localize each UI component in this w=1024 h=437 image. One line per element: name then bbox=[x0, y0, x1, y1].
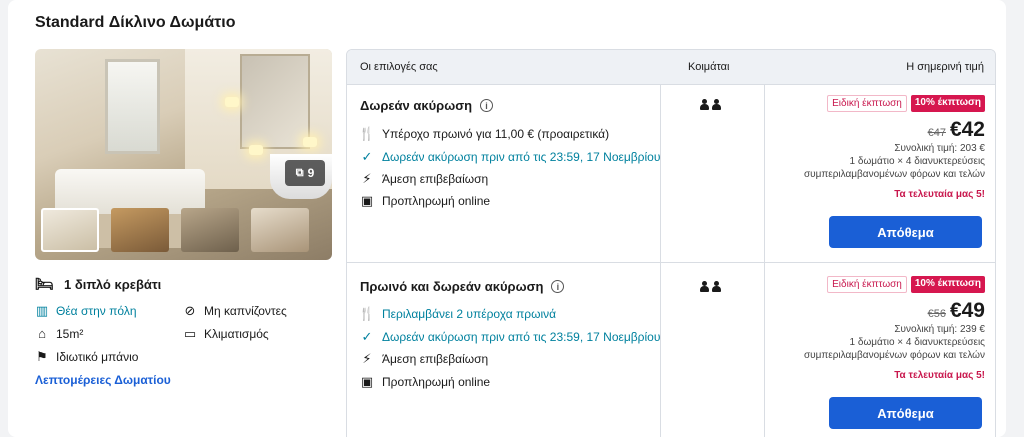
photo-mirror bbox=[240, 54, 310, 149]
thumbnail[interactable] bbox=[111, 208, 169, 252]
amenity-air-conditioning: ▭ Κλιματισμός bbox=[183, 326, 269, 342]
room-card: Standard Δίκλινο Δωμάτιο ⧉ 9 🛏 1 διπλό κ… bbox=[8, 0, 1006, 437]
city-view-icon: ▥ bbox=[35, 303, 49, 318]
utensils-icon: 🍴 bbox=[358, 126, 376, 141]
old-price: €47 bbox=[927, 127, 946, 139]
table-header: Οι επιλογές σας Κοιμάται Η σημερινή τιμή bbox=[347, 50, 995, 85]
person-icon bbox=[712, 281, 721, 292]
rate-feature: ⚡ Άμεση επιβεβαίωση bbox=[360, 351, 488, 367]
urgency-label: Τα τελευταία μας 5! bbox=[894, 370, 985, 381]
wallet-icon: ▣ bbox=[360, 374, 374, 389]
check-circle-icon: ✓ bbox=[361, 329, 373, 344]
feature-text: Περιλαμβάνει 2 υπέροχα πρωινά bbox=[382, 307, 557, 321]
wallet-icon: ▣ bbox=[360, 193, 374, 208]
rate-feature: 🍴 Υπέροχο πρωινό για 11,00 € (προαιρετικ… bbox=[358, 126, 610, 142]
lightning-icon: ⚡ bbox=[362, 351, 372, 366]
taxes-note: συμπεριλαμβανομένων φόρων και τελών bbox=[803, 169, 985, 180]
rate-feature: 🍴 Περιλαμβάνει 2 υπέροχα πρωινά bbox=[358, 306, 557, 322]
current-price: €49 bbox=[949, 299, 985, 322]
photo-window bbox=[105, 59, 160, 154]
column-divider bbox=[660, 85, 661, 437]
total-price: Συνολική τιμή: 239 € bbox=[894, 324, 985, 335]
rate-title: Πρωινό και δωρεάν ακύρωση i bbox=[360, 279, 565, 294]
discount-badge: 10% έκπτωση bbox=[910, 95, 985, 112]
feature-text: Δωρεάν ακύρωση πριν από τις 23:59, 17 Νο… bbox=[382, 150, 661, 164]
feature-text: Άμεση επιβεβαίωση bbox=[382, 352, 489, 366]
amenity-label: Ιδιωτικό μπάνιο bbox=[56, 350, 139, 364]
rate-title-text: Πρωινό και δωρεάν ακύρωση bbox=[360, 279, 544, 294]
thumbnail[interactable] bbox=[181, 208, 239, 252]
amenity-label: Μη καπνίζοντες bbox=[204, 304, 287, 318]
person-icon bbox=[700, 281, 709, 292]
photo-lamp bbox=[225, 97, 239, 107]
photos-icon: ⧉ bbox=[295, 166, 304, 179]
feature-text: Προπληρωμή online bbox=[382, 375, 491, 389]
urgency-label: Τα τελευταία μας 5! bbox=[894, 189, 985, 200]
bed-info: 🛏 1 διπλό κρεβάτι bbox=[35, 275, 161, 293]
amenity-city-view: ▥ Θέα στην πόλη bbox=[35, 303, 137, 319]
total-price: Συνολική τιμή: 203 € bbox=[894, 143, 985, 154]
feature-text: Προπληρωμή online bbox=[382, 194, 491, 208]
amenity-no-smoking: ⊘ Μη καπνίζοντες bbox=[183, 303, 287, 319]
header-options: Οι επιλογές σας bbox=[360, 61, 438, 73]
taxes-note: συμπεριλαμβανομένων φόρων και τελών bbox=[803, 350, 985, 361]
amenity-label: Κλιματισμός bbox=[204, 327, 269, 341]
row-divider bbox=[347, 262, 995, 263]
header-sleeps: Κοιμάται bbox=[688, 61, 730, 73]
header-price: Η σημερινή τιμή bbox=[906, 61, 984, 73]
info-icon[interactable]: i bbox=[480, 99, 494, 112]
amenity-label: 15m² bbox=[56, 326, 84, 341]
room-details-link[interactable]: Λεπτομέρειες Δωματίου bbox=[35, 373, 171, 387]
rate-feature: ✓ Δωρεάν ακύρωση πριν από τις 23:59, 17 … bbox=[360, 149, 661, 165]
column-divider bbox=[764, 85, 765, 437]
photo-lamp bbox=[303, 137, 317, 147]
amenity-private-bathroom: ⚑ Ιδιωτικό μπάνιο bbox=[35, 349, 138, 365]
info-icon[interactable]: i bbox=[551, 280, 565, 293]
sale-badge: Ειδική έκπτωση bbox=[827, 95, 907, 112]
book-button[interactable]: Απόθεμα bbox=[829, 397, 982, 429]
price-block: Ειδική έκπτωση 10% έκπτωση €56 €49 Συνολ… bbox=[767, 276, 985, 381]
room-title: Standard Δίκλινο Δωμάτιο bbox=[35, 14, 236, 31]
feature-text: Άμεση επιβεβαίωση bbox=[382, 172, 489, 186]
person-icon bbox=[712, 99, 721, 110]
shower-icon: ⚑ bbox=[36, 349, 48, 364]
sale-badge: Ειδική έκπτωση bbox=[827, 276, 907, 293]
air-conditioning-icon: ▭ bbox=[183, 326, 197, 341]
rate-title-text: Δωρεάν ακύρωση bbox=[360, 98, 473, 113]
stay-summary: 1 δωμάτιο × 4 διανυκτερεύσεις bbox=[849, 156, 985, 167]
photo-count: 9 bbox=[307, 166, 315, 180]
person-icon bbox=[700, 99, 709, 110]
rate-feature: ⚡ Άμεση επιβεβαίωση bbox=[360, 171, 488, 187]
rate-feature: ✓ Δωρεάν ακύρωση πριν από τις 23:59, 17 … bbox=[360, 329, 661, 345]
rate-feature: ▣ Προπληρωμή online bbox=[360, 193, 490, 209]
sleeps-two bbox=[700, 281, 721, 292]
no-smoking-icon: ⊘ bbox=[184, 303, 196, 318]
amenity-label: Θέα στην πόλη bbox=[56, 304, 137, 318]
bed-icon: 🛏 bbox=[35, 276, 55, 293]
breakfast-icon: 🍴 bbox=[358, 306, 376, 321]
price-block: Ειδική έκπτωση 10% έκπτωση €47 €42 Συνολ… bbox=[767, 95, 985, 200]
amenity-room-size: ⌂ 15m² bbox=[35, 326, 83, 341]
sleeps-two bbox=[700, 99, 721, 110]
feature-text: Δωρεάν ακύρωση πριν από τις 23:59, 17 Νο… bbox=[382, 330, 661, 344]
check-circle-icon: ✓ bbox=[361, 149, 373, 164]
rate-options-table: Οι επιλογές σας Κοιμάται Η σημερινή τιμή… bbox=[346, 49, 996, 437]
lightning-icon: ⚡ bbox=[362, 171, 372, 186]
stay-summary: 1 δωμάτιο × 4 διανυκτερεύσεις bbox=[849, 337, 985, 348]
book-button[interactable]: Απόθεμα bbox=[829, 216, 982, 248]
photo-lamp bbox=[249, 145, 263, 155]
thumbnail[interactable] bbox=[251, 208, 309, 252]
thumbnail[interactable] bbox=[41, 208, 99, 252]
current-price: €42 bbox=[949, 118, 985, 141]
photo-count-button[interactable]: ⧉ 9 bbox=[285, 160, 325, 186]
old-price: €56 bbox=[927, 308, 946, 320]
discount-badge: 10% έκπτωση bbox=[910, 276, 985, 293]
rate-title: Δωρεάν ακύρωση i bbox=[360, 98, 494, 113]
feature-text: Υπέροχο πρωινό για 11,00 € (προαιρετικά) bbox=[382, 127, 610, 141]
room-size-icon: ⌂ bbox=[38, 326, 46, 341]
rate-feature: ▣ Προπληρωμή online bbox=[360, 374, 490, 390]
bed-label: 1 διπλό κρεβάτι bbox=[64, 276, 162, 292]
